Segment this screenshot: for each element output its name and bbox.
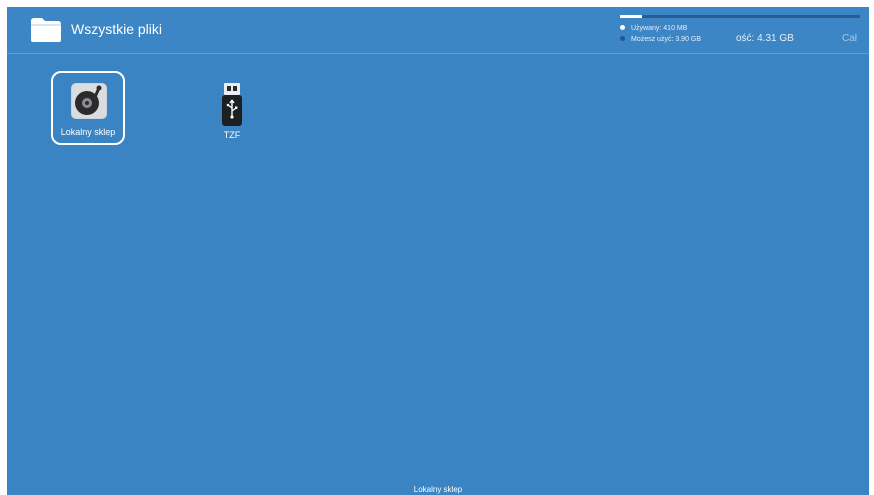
storage-usage-bar xyxy=(620,15,860,18)
available-space-label: Możesz użyć: 3.90 GB xyxy=(631,36,702,43)
page-title: Wszystkie pliki xyxy=(71,21,163,37)
local-storage-disk-icon xyxy=(71,83,107,119)
available-dot-icon xyxy=(620,35,625,41)
usb-drive-icon xyxy=(222,83,242,126)
folder-icon xyxy=(31,18,61,42)
used-space-label: Używany: 410 MB xyxy=(631,25,688,32)
header-bar: Wszystkie pliki Używany: 410 MB Możesz u… xyxy=(7,7,869,54)
capacity-label-truncated: Cał xyxy=(842,33,858,44)
current-location-label: Lokalny sklep xyxy=(413,485,463,494)
file-manager-screen: Wszystkie pliki Używany: 410 MB Możesz u… xyxy=(7,7,869,495)
device-tile-usb[interactable]: TZF xyxy=(202,81,262,151)
legend-available: Możesz użyć: 3.90 GB xyxy=(620,35,702,43)
used-dot-icon xyxy=(620,24,625,30)
storage-usage-fill xyxy=(620,15,642,18)
device-tile-local-storage[interactable]: Lokalny sklep xyxy=(51,71,125,145)
legend-used: Używany: 410 MB xyxy=(620,24,688,32)
total-capacity-label: ość: 4.31 GB xyxy=(736,33,794,44)
device-label: Lokalny sklep xyxy=(60,127,116,137)
device-label: TZF xyxy=(223,130,241,140)
